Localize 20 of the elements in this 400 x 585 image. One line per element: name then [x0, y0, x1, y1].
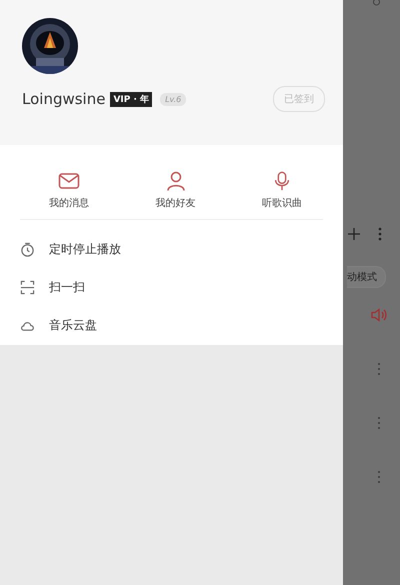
shortcut-label[interactable]: 听歌识曲	[262, 196, 302, 210]
shortcut-label[interactable]: 我的好友	[156, 196, 196, 210]
speaker-icon	[371, 308, 387, 322]
vip-badge: VIP · 年	[110, 92, 152, 106]
user-name: Loingwsine	[22, 90, 106, 108]
shortcut-label[interactable]: 我的消息	[49, 196, 89, 210]
mode-chip[interactable]: 动模式	[347, 266, 386, 288]
person-icon[interactable]	[164, 171, 186, 191]
more-icon[interactable]	[377, 470, 381, 484]
menu-item[interactable]: 扫一扫	[49, 278, 85, 296]
level-badge: Lv.6	[160, 92, 186, 106]
menu-item[interactable]: 音乐云盘	[49, 316, 97, 334]
plus-icon[interactable]	[348, 228, 360, 240]
scan-icon	[20, 280, 35, 294]
mail-icon[interactable]	[58, 171, 80, 191]
menu-item[interactable]: 定时停止播放	[49, 240, 121, 258]
more-icon[interactable]	[377, 362, 381, 376]
more-icon[interactable]	[378, 227, 382, 241]
more-icon[interactable]	[377, 416, 381, 430]
timer-icon	[20, 242, 35, 256]
